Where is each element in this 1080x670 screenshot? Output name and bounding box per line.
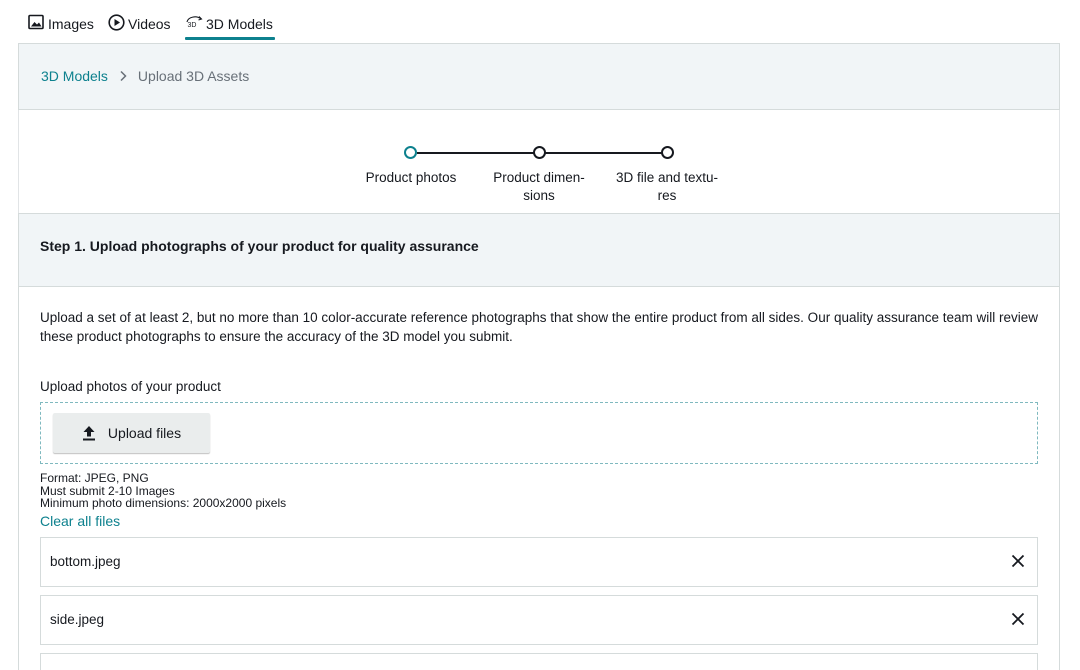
chevron-right-icon [118,70,128,82]
upload-button-label: Upload files [107,425,182,441]
media-tabs: Images Videos 3D 3D Models [18,0,1060,44]
tab-label: 3D Models [206,16,273,32]
3d-rotate-icon: 3D [184,14,204,32]
stepper-connector [417,152,537,154]
breadcrumb-current: Upload 3D Assets [137,68,250,84]
stepper-connector [545,152,665,154]
file-row: bottom.jpeg [40,537,1038,587]
step-label-line: Product photos [365,170,457,185]
remove-file-icon[interactable] [1009,610,1027,628]
tab-images[interactable]: Images [28,10,94,40]
file-dropzone[interactable]: Upload files [40,402,1038,464]
remove-file-icon[interactable] [1009,552,1027,570]
3d-icon-text: 3D [188,22,197,29]
upload-files-button[interactable]: Upload files [53,413,210,453]
step-label-product-dimensions: Product dimen- sions [484,169,594,205]
progress-stepper: Product photos Product dimen- sions 3D f… [340,140,740,210]
step-dot-product-photos [404,146,417,159]
step-label-line: 3D file and textu- [615,170,719,185]
step-description: Upload a set of at least 2, but no more … [40,310,1039,344]
upload-constraints: Format: JPEG, PNG Must submit 2-10 Image… [40,472,286,510]
tab-label: Videos [128,16,171,32]
step-label-line: res [657,188,677,203]
breadcrumb: 3D Models Upload 3D Assets [41,68,249,84]
clear-all-files-link[interactable]: Clear all files [40,513,120,529]
file-name: bottom.jpeg [50,554,121,569]
step-label-line: Product dimen- [493,170,585,185]
step-label-product-photos: Product photos [356,169,466,187]
tab-label: Images [48,16,94,32]
step-title: Step 1. Upload photographs of your produ… [40,238,479,254]
play-circle-icon [108,14,126,32]
step-label-3d-file: 3D file and textu- res [612,169,722,205]
image-icon [28,14,46,32]
breadcrumb-bar: 3D Models Upload 3D Assets [18,44,1060,110]
upload-field-label: Upload photos of your product [40,379,221,394]
help-line: Format: JPEG, PNG [40,471,149,485]
step-dot-product-dimensions [533,146,546,159]
step-label-line: sions [523,188,555,203]
tab-videos[interactable]: Videos [108,10,171,40]
step-dot-3d-file [661,146,674,159]
tab-3d-models[interactable]: 3D 3D Models [184,10,275,40]
breadcrumb-link-3d-models[interactable]: 3D Models [41,68,108,84]
step-card-header: Step 1. Upload photographs of your produ… [18,213,1060,287]
file-name: side.jpeg [50,612,105,627]
upload-icon [82,425,96,441]
help-line: Minimum photo dimensions: 2000x2000 pixe… [40,496,287,510]
file-row [40,653,1038,670]
file-row: side.jpeg [40,595,1038,645]
